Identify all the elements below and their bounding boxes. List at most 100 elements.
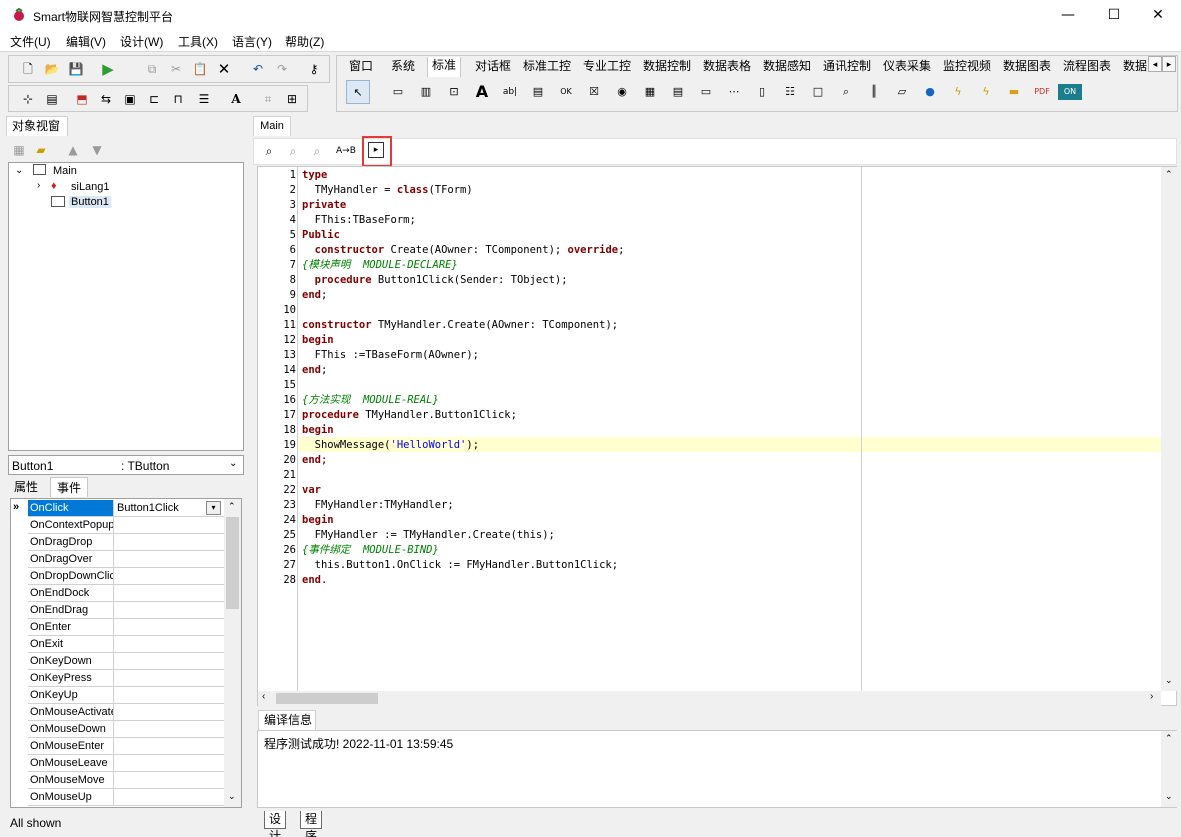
event-row[interactable]: OnDragOver (28, 551, 224, 568)
barcode-icon[interactable]: ║ (862, 80, 886, 104)
tab-system[interactable]: 系统 (387, 57, 419, 77)
undo-icon[interactable]: ↶ (249, 60, 267, 78)
event-row[interactable]: OnEndDock (28, 585, 224, 602)
paste-icon[interactable]: 📋 (191, 60, 209, 78)
bring-front-icon[interactable]: ⬒ (73, 90, 91, 108)
scroll-thumb[interactable] (226, 517, 239, 609)
space-horizontal-icon[interactable]: ⇆ (97, 90, 115, 108)
lock-icon[interactable]: ⊞ (283, 90, 301, 108)
event-handler-value[interactable] (115, 721, 223, 737)
tab-program[interactable]: 程序 (300, 811, 323, 837)
scroll-left-icon[interactable]: ◂ (1148, 56, 1162, 72)
tab-events[interactable]: 事件 (50, 477, 89, 497)
add-object-icon[interactable]: ▦ (10, 141, 28, 159)
scroll-left-icon[interactable]: ‹ (262, 691, 265, 702)
copy-icon[interactable]: ⧉ (143, 60, 161, 78)
frame-icon[interactable]: ▥ (414, 80, 438, 104)
editor-horizontal-scrollbar[interactable]: ‹ › (258, 691, 1161, 706)
memo-icon[interactable]: ▤ (526, 80, 550, 104)
event-handler-value[interactable] (115, 602, 223, 618)
scrollbar-icon[interactable]: ▭ (694, 80, 718, 104)
code-editor[interactable]: 1 2 3 4 5 6 7 8 9 10 11 12 13 14 15 16 17 18 19 20 21 22 23 24 2… (257, 166, 1178, 706)
cut-icon[interactable]: ✂ (167, 60, 185, 78)
scroll-right-icon[interactable]: ▸ (1162, 56, 1176, 72)
replace-icon[interactable]: ⌕ (308, 142, 326, 160)
tab-comm-control[interactable]: 通讯控制 (819, 57, 875, 77)
event-handler-value[interactable] (115, 568, 223, 584)
object-view-tab[interactable]: 对象视窗 (6, 116, 68, 136)
event-row[interactable]: OnExit (28, 636, 224, 653)
tab-standard[interactable]: 标准 (427, 57, 462, 77)
tab-order-icon[interactable]: ⌗ (259, 90, 277, 108)
editor-tab-main[interactable]: Main (253, 116, 291, 136)
event-grid-scrollbar[interactable]: ⌃ ⌄ (224, 499, 241, 807)
dropdown-arrow-icon[interactable]: ▾ (206, 501, 221, 515)
voltage-icon[interactable]: ϟ (974, 80, 998, 104)
event-handler-value[interactable] (115, 534, 223, 550)
save-icon[interactable]: 💾 (67, 60, 85, 78)
list-icon[interactable]: ☰ (195, 90, 213, 108)
scroll-up-icon[interactable]: ⌃ (1165, 169, 1173, 180)
label-icon[interactable]: A (470, 80, 494, 104)
folder-icon[interactable]: ▰ (32, 141, 50, 159)
event-row[interactable]: OnDropDownClick (28, 568, 224, 585)
event-handler-value[interactable] (115, 585, 223, 601)
find-next-icon[interactable]: ⌕ (284, 142, 302, 160)
pointer-icon[interactable]: ↖ (346, 80, 370, 104)
scroll-up-icon[interactable]: ⌃ (228, 501, 236, 512)
radio-icon[interactable]: ◉ (610, 80, 634, 104)
output-tab[interactable]: 编译信息 (258, 710, 316, 730)
event-handler-value[interactable] (115, 738, 223, 754)
event-handler-value[interactable] (115, 704, 223, 720)
toggle-on-icon[interactable]: ON (1058, 84, 1082, 100)
menu-tools[interactable]: 工具(X) (178, 33, 218, 50)
printer-icon[interactable]: ▬ (1002, 80, 1026, 104)
minimize-button[interactable]: — (1045, 0, 1091, 31)
event-row[interactable]: OnMouseEnter (28, 738, 224, 755)
align-top-icon[interactable]: ⊓ (169, 90, 187, 108)
tab-data-more[interactable]: 数据 (1119, 57, 1151, 77)
font-icon[interactable]: A (227, 90, 245, 108)
delete-icon[interactable]: ✕ (215, 60, 233, 78)
scroll-right-icon[interactable]: › (1150, 691, 1153, 702)
close-button[interactable]: ✕ (1135, 0, 1181, 31)
run-icon[interactable]: ▶ (99, 60, 117, 78)
ampere-icon[interactable]: ϟ (946, 80, 970, 104)
scroll-up-icon[interactable]: ⌃ (1165, 733, 1173, 744)
output-scrollbar[interactable]: ⌃ ⌄ (1161, 731, 1178, 807)
event-row[interactable]: OnMouseLeave (28, 755, 224, 772)
action-list-icon[interactable]: □ (806, 80, 830, 104)
tab-instrument[interactable]: 仪表采集 (879, 57, 935, 77)
event-handler-value[interactable] (115, 517, 223, 533)
tab-std-industrial[interactable]: 标准工控 (519, 57, 575, 77)
event-handler-value[interactable] (115, 619, 223, 635)
event-row[interactable]: OnKeyDown (28, 653, 224, 670)
scroll-down-icon[interactable]: ⌄ (1165, 791, 1173, 802)
object-selector[interactable]: Button1 : TButton ⌄ (8, 455, 244, 475)
pdf-icon[interactable]: PDF (1030, 80, 1054, 104)
menu-language[interactable]: 语言(Y) (232, 33, 272, 50)
event-row[interactable]: OnContextPopup (28, 517, 224, 534)
event-row[interactable]: OnMouseUp (28, 789, 224, 806)
tab-data-control[interactable]: 数据控制 (639, 57, 695, 77)
image-icon[interactable]: ⌕ (834, 80, 858, 104)
event-row[interactable]: OnEnter (28, 619, 224, 636)
tree-node-button1[interactable]: Button1 (69, 196, 111, 208)
chevron-down-icon[interactable]: ⌄ (229, 458, 237, 469)
tab-window[interactable]: 窗口 (345, 57, 377, 77)
tab-data-aware[interactable]: 数据感知 (759, 57, 815, 77)
tab-pro-industrial[interactable]: 专业工控 (579, 57, 635, 77)
scroll-down-icon[interactable]: ⌄ (228, 791, 236, 802)
event-handler-value[interactable] (115, 653, 223, 669)
align-center-icon[interactable]: ⊹ (19, 90, 37, 108)
tab-data-chart[interactable]: 数据图表 (999, 57, 1055, 77)
event-row[interactable]: OnDragDrop (28, 534, 224, 551)
tab-dialog[interactable]: 对话框 (471, 57, 515, 77)
popup-menu-icon[interactable]: ⊡ (442, 80, 466, 104)
open-folder-icon[interactable]: 📂 (43, 60, 61, 78)
tree-node-silang1[interactable]: siLang1 (71, 181, 110, 193)
goto-line-icon[interactable]: A→B (336, 142, 356, 160)
form-icon[interactable]: ▭ (386, 80, 410, 104)
event-handler-value[interactable] (115, 789, 223, 805)
tab-properties[interactable]: 属性 (8, 477, 44, 497)
